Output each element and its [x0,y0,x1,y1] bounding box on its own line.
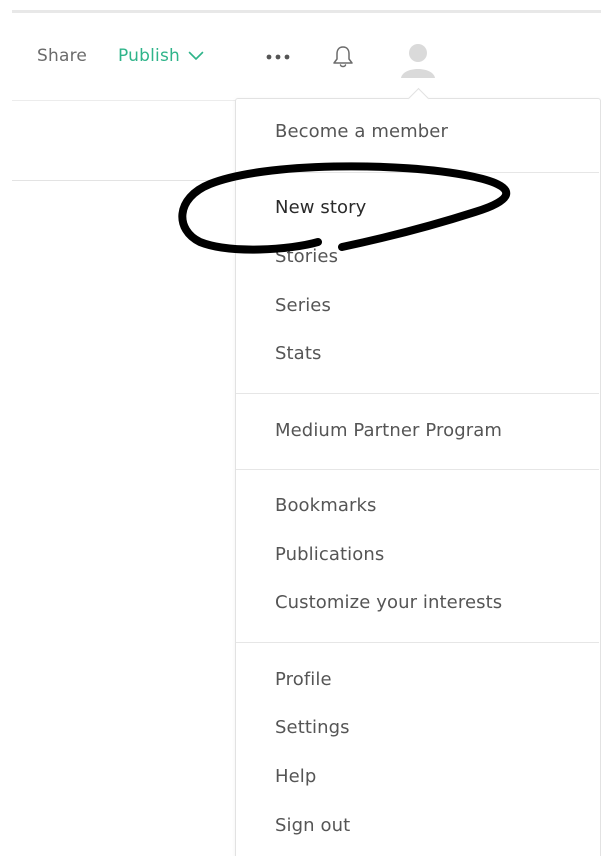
avatar-icon[interactable] [397,38,439,80]
menu-item-profile[interactable]: Profile [275,669,332,690]
menu-item-stats[interactable]: Stats [275,343,321,364]
menu-item-sign-out[interactable]: Sign out [275,815,350,836]
chevron-down-icon [188,51,204,60]
menu-divider [236,172,599,173]
menu-item-settings[interactable]: Settings [275,717,350,738]
page: Share Publish Become a member New story … [0,0,601,856]
menu-divider [236,642,599,643]
menu-item-customize-your-interests[interactable]: Customize your interests [275,592,502,613]
bell-icon[interactable] [331,44,355,70]
content-divider [12,180,236,181]
top-divider [12,10,601,13]
share-button[interactable]: Share [37,46,87,66]
menu-item-help[interactable]: Help [275,766,316,787]
menu-item-bookmarks[interactable]: Bookmarks [275,495,376,516]
publish-button[interactable]: Publish [118,46,204,66]
menu-item-publications[interactable]: Publications [275,544,384,565]
publish-label: Publish [118,46,180,66]
menu-item-stories[interactable]: Stories [275,246,338,267]
menu-divider [236,469,599,470]
menu-item-become-a-member[interactable]: Become a member [275,121,448,142]
more-icon[interactable] [263,50,293,64]
menu-item-medium-partner-program[interactable]: Medium Partner Program [275,420,502,441]
menu-item-series[interactable]: Series [275,295,331,316]
menu-divider [236,393,599,394]
menu-item-new-story[interactable]: New story [275,197,366,218]
